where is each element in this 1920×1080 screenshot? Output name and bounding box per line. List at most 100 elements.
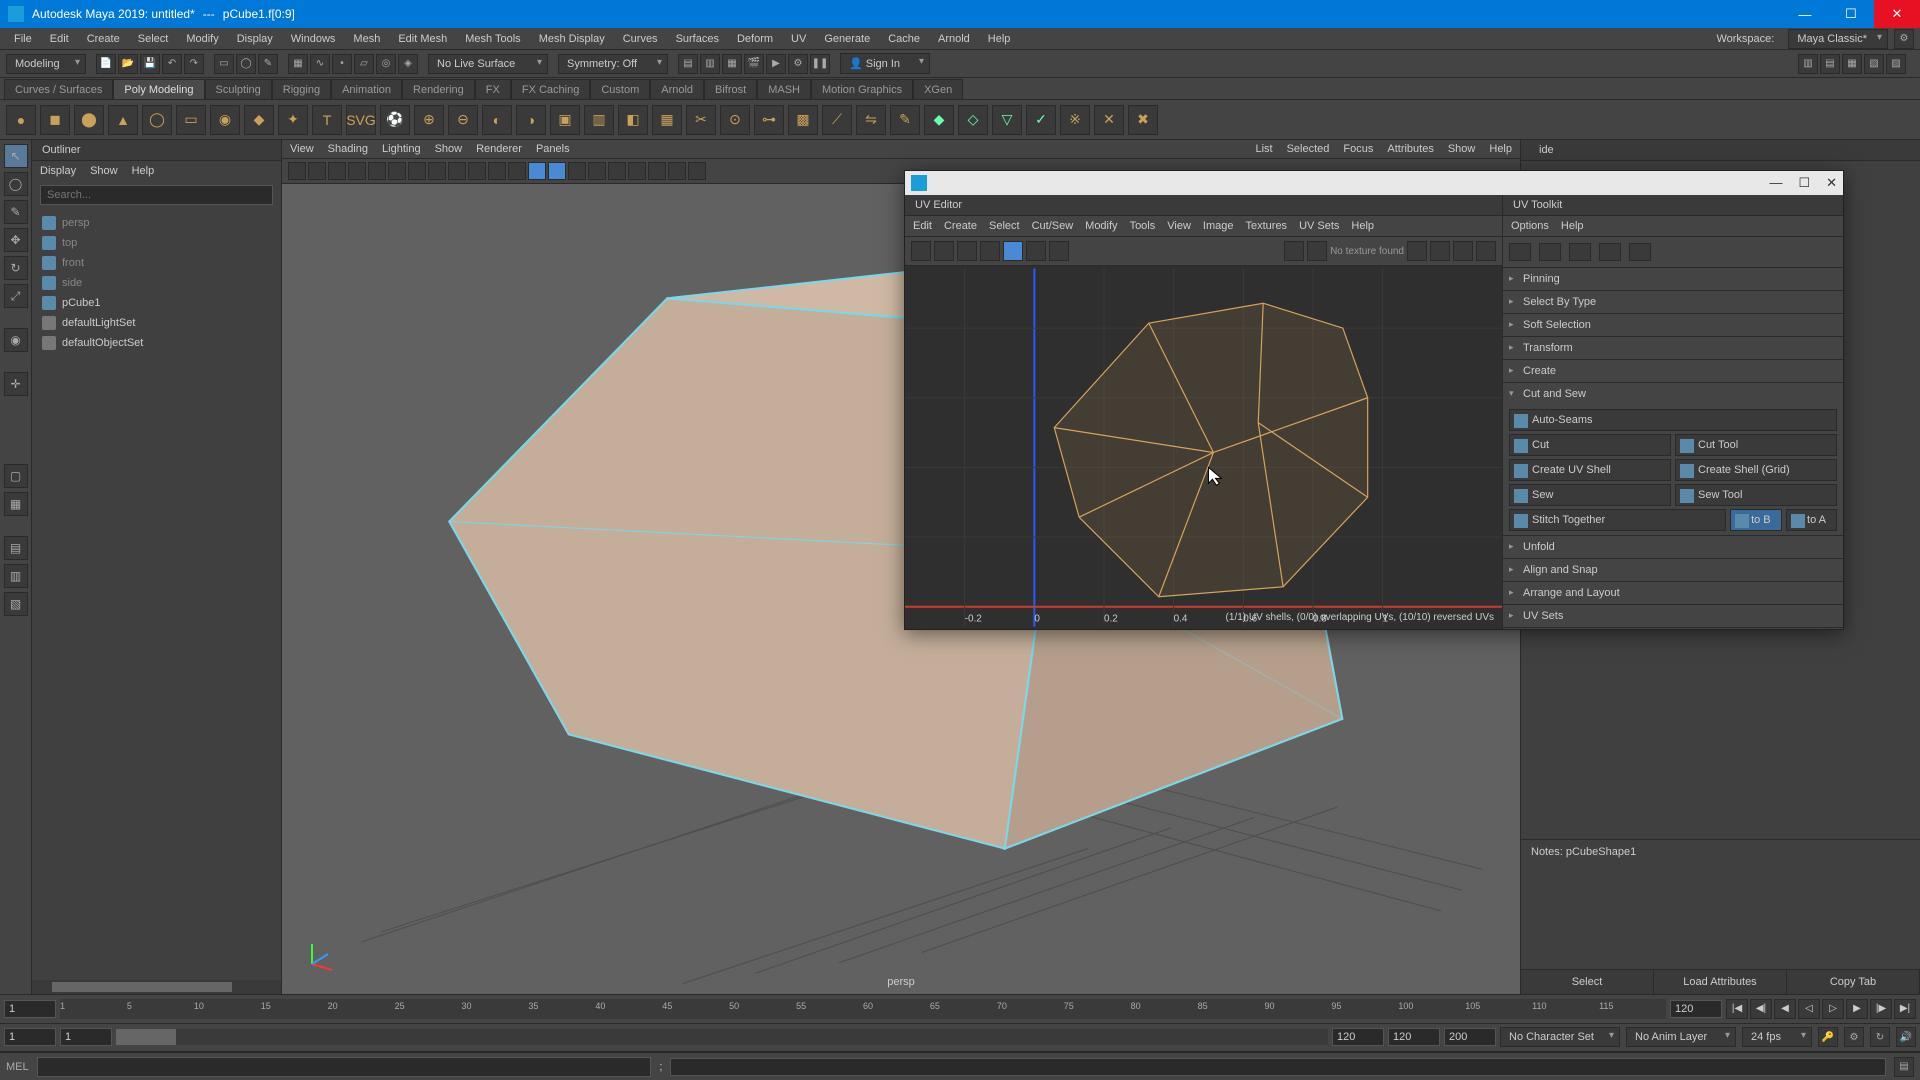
shelf-tab-xgen[interactable]: XGen	[913, 79, 963, 99]
time-start-field[interactable]	[4, 1000, 56, 1018]
uv-btoa-button[interactable]: B to A	[1786, 509, 1837, 531]
workspace-config-icon[interactable]: ⚙	[1894, 29, 1914, 49]
shelf-retopo-icon[interactable]: ◇	[958, 105, 988, 135]
vp-icon[interactable]	[348, 162, 366, 180]
vp-icon[interactable]	[688, 162, 706, 180]
anim-layer-dropdown[interactable]: No Anim Layer	[1626, 1027, 1736, 1047]
shelf-crease-icon[interactable]: ⟋	[822, 105, 852, 135]
uv-sec-arrange[interactable]: Arrange and Layout	[1503, 582, 1843, 604]
redo-icon[interactable]: ↷	[184, 54, 204, 74]
uv-window-titlebar[interactable]: — ☐ ✕	[905, 171, 1843, 195]
hist-icon-1[interactable]: ▤	[678, 54, 698, 74]
uv-cut-button[interactable]: Cut	[1509, 434, 1671, 456]
step-fwd-icon[interactable]: ▶	[1846, 999, 1868, 1019]
uv-menu-cutsew[interactable]: Cut/Sew	[1032, 220, 1074, 232]
attr-tab[interactable]: ide	[1529, 140, 1564, 160]
layout-single[interactable]: ▢	[4, 464, 28, 488]
menu-curves[interactable]: Curves	[615, 30, 666, 48]
range-start2-field[interactable]	[60, 1028, 112, 1046]
uv-menu-modify[interactable]: Modify	[1085, 220, 1117, 232]
lasso-icon[interactable]: ◯	[236, 54, 256, 74]
menu-cache[interactable]: Cache	[880, 30, 928, 48]
vp-menu-panels[interactable]: Panels	[536, 143, 570, 155]
vp-icon[interactable]	[468, 162, 486, 180]
layout-a[interactable]: ▤	[4, 536, 28, 560]
panel-toggle-3[interactable]: ▦	[1842, 54, 1862, 74]
shelf-combine-icon[interactable]: ⊕	[414, 105, 444, 135]
shelf-tab-arnold[interactable]: Arnold	[650, 79, 704, 99]
uv-tool-icon[interactable]	[957, 241, 977, 261]
uv-tool-icon[interactable]	[911, 241, 931, 261]
outliner-item-persp[interactable]: persp	[38, 213, 275, 233]
panel-toggle-5[interactable]: ▨	[1886, 54, 1906, 74]
shelf-sphere-icon[interactable]: ●	[6, 105, 36, 135]
uv-sec-softsel[interactable]: Soft Selection	[1503, 314, 1843, 336]
vp-icon[interactable]	[308, 162, 326, 180]
range-end-field[interactable]	[1332, 1028, 1384, 1046]
uv-sewtool-button[interactable]: Sew Tool	[1675, 484, 1837, 506]
attr-load-button[interactable]: Load Attributes	[1654, 970, 1787, 994]
layout-b[interactable]: ▥	[4, 564, 28, 588]
menu-arnold[interactable]: Arnold	[930, 30, 978, 48]
shelf-reduce-icon[interactable]: ▽	[992, 105, 1022, 135]
shelf-cleanup-icon[interactable]: ✓	[1026, 105, 1056, 135]
shelf-mirror-icon[interactable]: ⇋	[856, 105, 886, 135]
snap-view-icon[interactable]: ◈	[398, 54, 418, 74]
shelf-bridge-icon[interactable]: ▥	[584, 105, 614, 135]
shelf-plane-icon[interactable]: ▭	[176, 105, 206, 135]
snap-live-icon[interactable]: ◎	[376, 54, 396, 74]
uv-close-button[interactable]: ✕	[1826, 175, 1837, 191]
cmd-lang-label[interactable]: MEL	[6, 1061, 29, 1073]
range-start-field[interactable]	[4, 1028, 56, 1046]
vp-icon[interactable]	[428, 162, 446, 180]
vp-menu-view[interactable]: View	[290, 143, 314, 155]
shelf-type-icon[interactable]: T	[312, 105, 342, 135]
window-close-button[interactable]: ✕	[1874, 0, 1920, 28]
window-minimize-button[interactable]: —	[1782, 0, 1828, 28]
shelf-tab-custom[interactable]: Custom	[590, 79, 650, 99]
select-mode-icon[interactable]: ▭	[214, 54, 234, 74]
shelf-sculpt-icon[interactable]: ✎	[890, 105, 920, 135]
vp-icon[interactable]	[588, 162, 606, 180]
menu-edit[interactable]: Edit	[42, 30, 77, 48]
vp-icon[interactable]	[328, 162, 346, 180]
render-settings-icon[interactable]: ⚙	[788, 54, 808, 74]
step-back-key-icon[interactable]: ◀|	[1750, 999, 1772, 1019]
uv-menu-uvsets[interactable]: UV Sets	[1299, 220, 1339, 232]
uv-canvas[interactable]: -0.200.20.40.60.81 (1/1) UV shells, (0/0…	[905, 266, 1502, 629]
uv-atob-button[interactable]: A to B	[1730, 509, 1781, 531]
menu-select[interactable]: Select	[130, 30, 177, 48]
attr-copytab-button[interactable]: Copy Tab	[1787, 970, 1920, 994]
shelf-torus-icon[interactable]: ◯	[142, 105, 172, 135]
time-end-field[interactable]	[1670, 1000, 1722, 1018]
shelf-tab-animation[interactable]: Animation	[331, 79, 402, 99]
lasso-tool[interactable]: ◯	[4, 172, 28, 196]
window-maximize-button[interactable]: ☐	[1828, 0, 1874, 28]
layout-four[interactable]: ▦	[4, 492, 28, 516]
panel-toggle-4[interactable]: ▧	[1864, 54, 1884, 74]
uv-minimize-button[interactable]: —	[1769, 175, 1782, 191]
uv-stitch-button[interactable]: Stitch Together	[1509, 509, 1726, 531]
uv-tool-icon[interactable]	[1476, 241, 1496, 261]
paint-select-icon[interactable]: ✎	[258, 54, 278, 74]
shelf-insert-edge-icon[interactable]: ▦	[652, 105, 682, 135]
uv-sew-button[interactable]: Sew	[1509, 484, 1671, 506]
hist-icon-3[interactable]: ▦	[722, 54, 742, 74]
select-tool[interactable]: ↖	[4, 144, 28, 168]
character-set-dropdown[interactable]: No Character Set	[1500, 1027, 1620, 1047]
prefs-icon[interactable]: ⚙	[1844, 1027, 1864, 1047]
shelf-remesh-icon[interactable]: ◆	[924, 105, 954, 135]
vp-icon[interactable]	[288, 162, 306, 180]
uv-sel-mode-icon[interactable]	[1569, 243, 1591, 261]
vp-icon[interactable]	[448, 162, 466, 180]
shelf-target-weld-icon[interactable]: ⊙	[720, 105, 750, 135]
uv-menu-view[interactable]: View	[1167, 220, 1191, 232]
uv-sel-mode-icon[interactable]	[1509, 243, 1531, 261]
undo-icon[interactable]: ↶	[162, 54, 182, 74]
snap-point-icon[interactable]: •	[332, 54, 352, 74]
outliner-menu-show[interactable]: Show	[90, 165, 118, 177]
shelf-svg-icon[interactable]: SVG	[346, 105, 376, 135]
range-end3-field[interactable]	[1444, 1028, 1496, 1046]
shelf-quaddraw-icon[interactable]: ▩	[788, 105, 818, 135]
range-slider[interactable]	[116, 1029, 1328, 1045]
